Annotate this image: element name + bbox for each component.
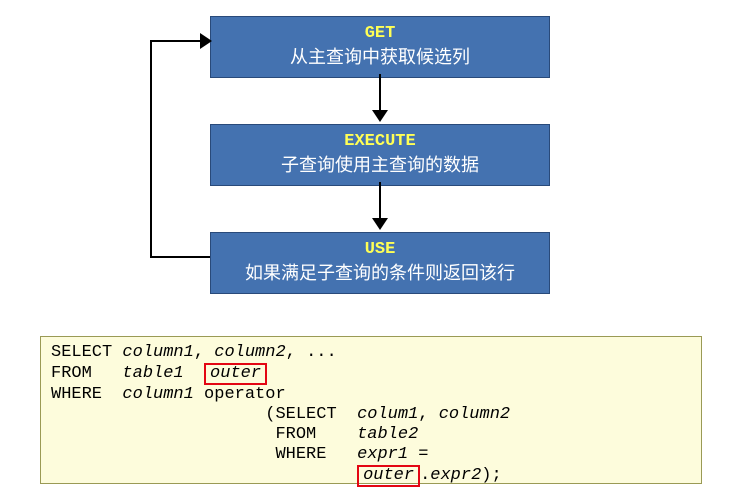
loop-arrow-segment — [150, 256, 210, 258]
highlight-outer-alias: outer — [204, 363, 267, 385]
step-title: GET — [215, 23, 545, 45]
code-line: (SELECT colum1, column2 — [51, 405, 691, 425]
code-line: SELECT column1, column2, ... — [51, 343, 691, 363]
sql-code-example: SELECT column1, column2, ... FROM table1… — [40, 336, 702, 484]
arrow-head-icon — [372, 110, 388, 122]
arrow-right-icon — [200, 33, 212, 49]
code-line: WHERE column1 operator — [51, 385, 691, 405]
flow-step-execute: EXECUTE 子查询使用主查询的数据 — [210, 124, 550, 186]
flow-step-get: GET 从主查询中获取候选列 — [210, 16, 550, 78]
step-desc: 如果满足子查询的条件则返回该行 — [215, 261, 545, 285]
flow-step-use: USE 如果满足子查询的条件则返回该行 — [210, 232, 550, 294]
code-line: outer.expr2); — [51, 465, 691, 487]
code-line: FROM table1 outer — [51, 363, 691, 385]
step-desc: 从主查询中获取候选列 — [215, 45, 545, 69]
loop-arrow-segment — [150, 40, 152, 258]
code-line: WHERE expr1 = — [51, 445, 691, 465]
arrow-head-icon — [372, 218, 388, 230]
highlight-outer-ref: outer — [357, 465, 420, 487]
step-title: EXECUTE — [215, 131, 545, 153]
arrow-down-icon — [379, 182, 381, 218]
flowchart-area: GET 从主查询中获取候选列 EXECUTE 子查询使用主查询的数据 USE 如… — [0, 0, 742, 330]
step-title: USE — [215, 239, 545, 261]
step-desc: 子查询使用主查询的数据 — [215, 153, 545, 177]
code-line: FROM table2 — [51, 425, 691, 445]
arrow-down-icon — [379, 74, 381, 110]
